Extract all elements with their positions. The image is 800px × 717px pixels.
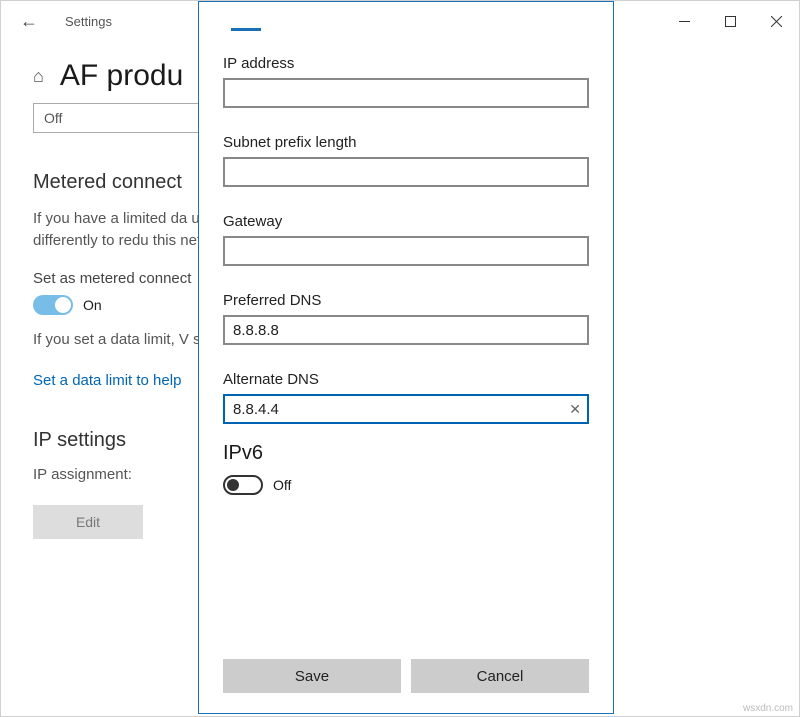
random-addresses-dropdown[interactable]: Off — [33, 103, 203, 133]
tab-indicator — [231, 28, 261, 31]
back-button[interactable]: ← — [13, 11, 45, 32]
maximize-button[interactable] — [707, 5, 753, 37]
preferred-dns-label: Preferred DNS — [223, 292, 589, 309]
home-icon[interactable]: ⌂ — [33, 66, 44, 87]
clear-icon[interactable]: ✕ — [569, 402, 581, 416]
page-title: AF produ — [60, 59, 183, 93]
gateway-label: Gateway — [223, 213, 589, 230]
metered-toggle-state: On — [83, 297, 102, 313]
alternate-dns-input[interactable] — [223, 394, 589, 424]
ip-address-label: IP address — [223, 55, 589, 72]
gateway-input[interactable] — [223, 236, 589, 266]
minimize-button[interactable] — [661, 5, 707, 37]
ip-assignment-label: IP assignment: — [33, 466, 163, 483]
preferred-dns-input[interactable] — [223, 315, 589, 345]
ipv6-toggle-state: Off — [273, 477, 291, 493]
edit-button[interactable]: Edit — [33, 505, 143, 539]
save-button[interactable]: Save — [223, 659, 401, 693]
close-window-button[interactable] — [753, 5, 799, 37]
cancel-button[interactable]: Cancel — [411, 659, 589, 693]
metered-toggle[interactable] — [33, 295, 73, 315]
watermark: wsxdn.com — [743, 703, 793, 714]
subnet-label: Subnet prefix length — [223, 134, 589, 151]
ip-address-input[interactable] — [223, 78, 589, 108]
alternate-dns-label: Alternate DNS — [223, 371, 589, 388]
window-title: Settings — [65, 14, 112, 29]
ipv6-heading: IPv6 — [223, 442, 589, 465]
dropdown-value: Off — [44, 110, 62, 126]
ip-settings-dialog: IP address Subnet prefix length Gateway … — [198, 1, 614, 714]
ipv6-toggle[interactable] — [223, 475, 263, 495]
subnet-input[interactable] — [223, 157, 589, 187]
